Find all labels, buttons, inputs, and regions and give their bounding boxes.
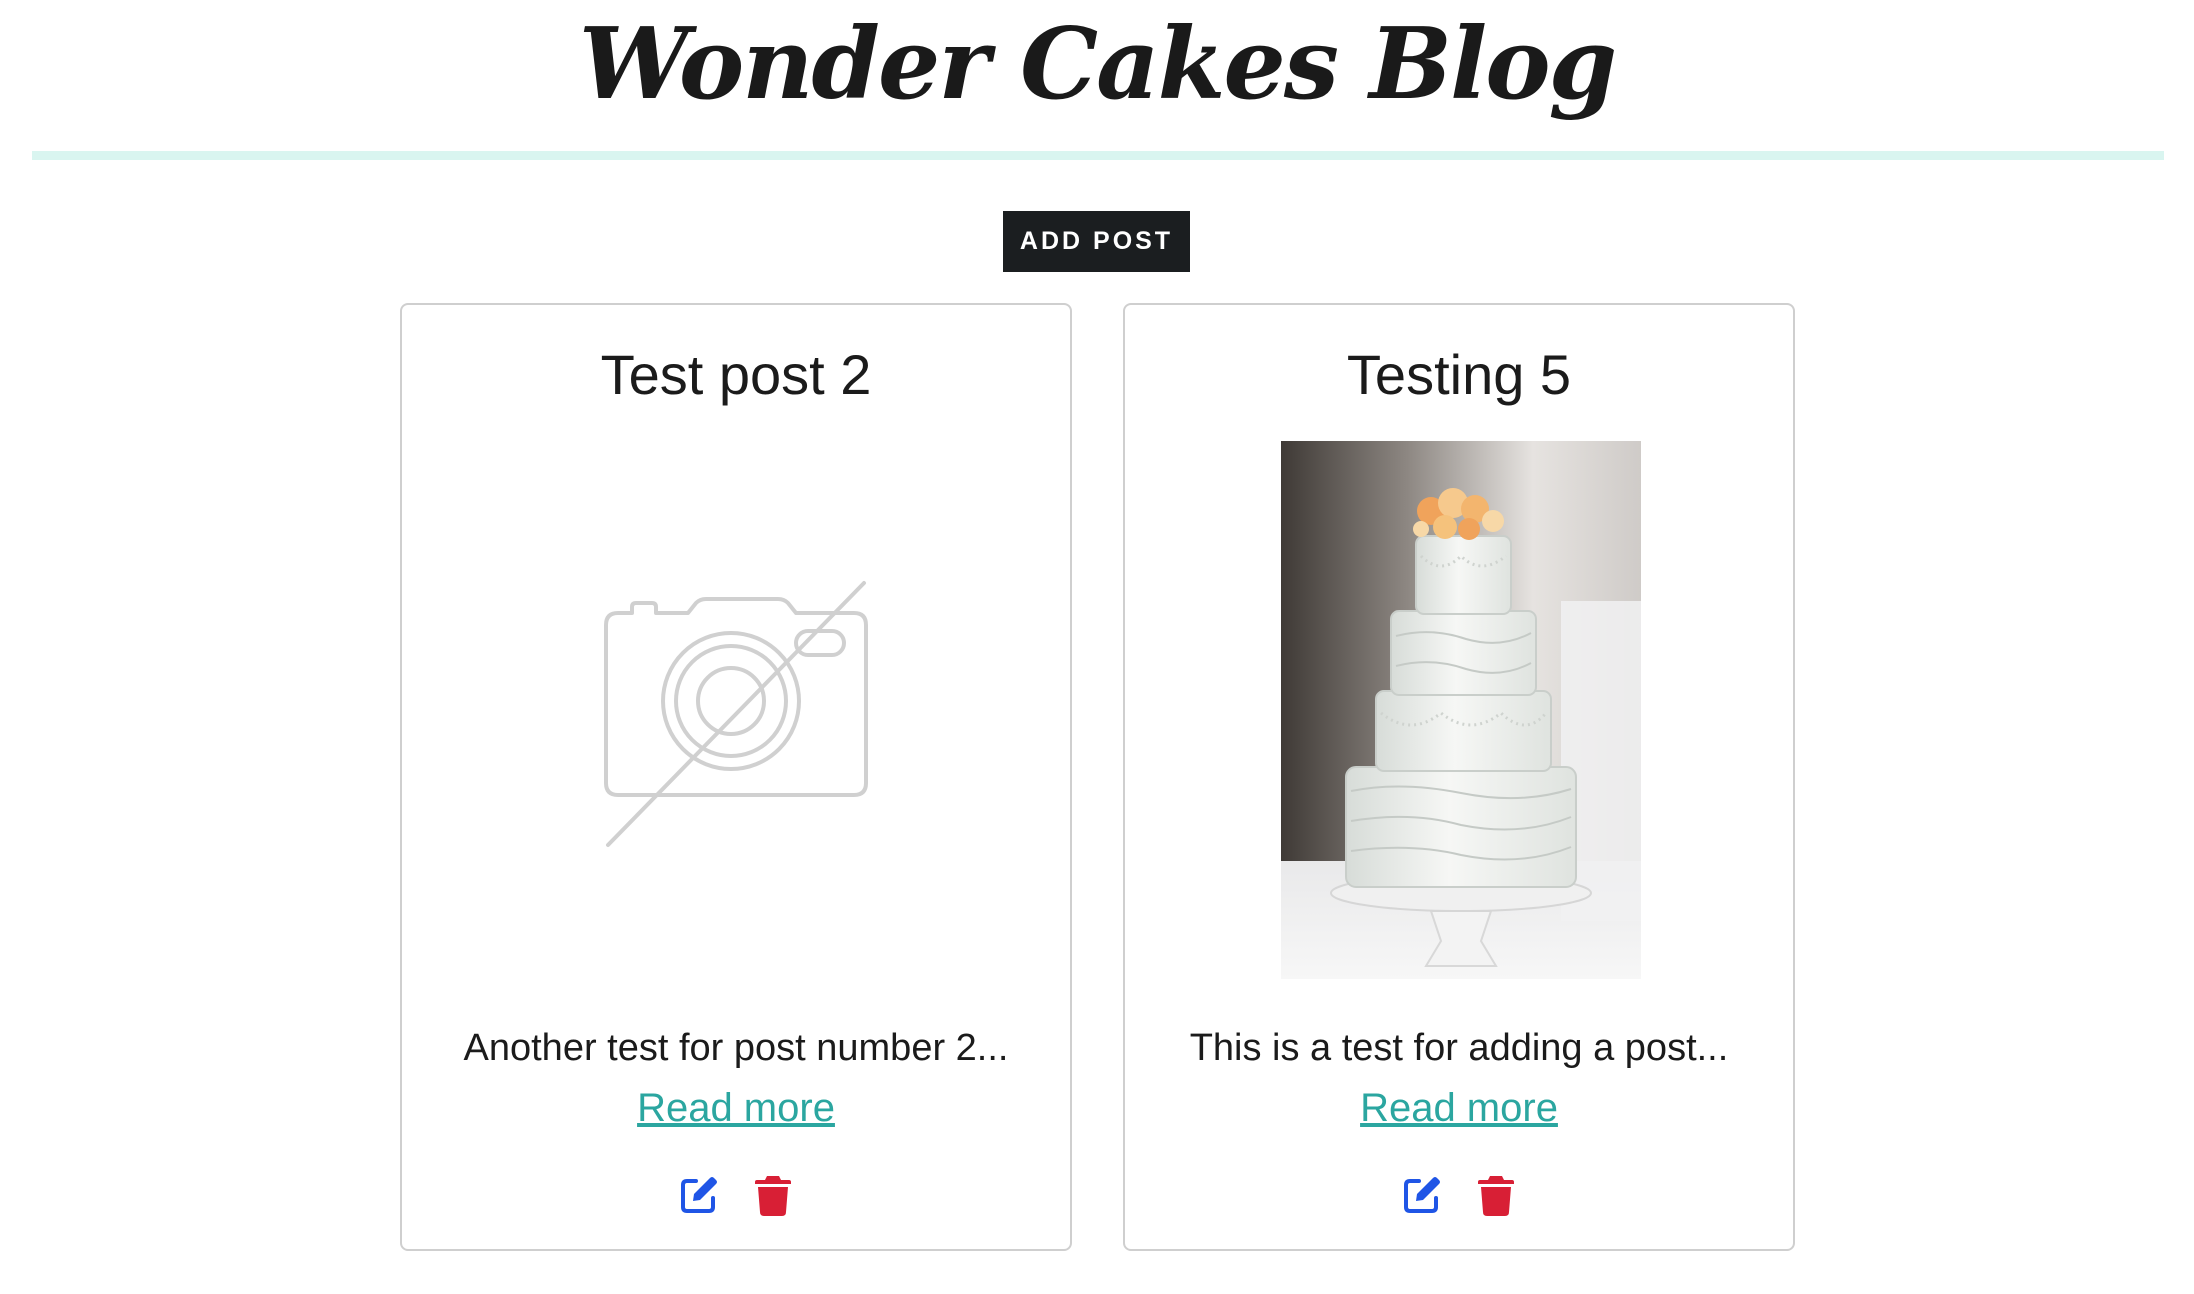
read-more-link[interactable]: Read more: [402, 1078, 1070, 1138]
edit-icon[interactable]: [679, 1173, 719, 1217]
trash-icon[interactable]: [753, 1173, 793, 1217]
post-excerpt: Another test for post number 2...: [463, 1027, 1009, 1069]
site-title: Wonder Cakes Blog: [578, 7, 1617, 122]
post-card: Testing 5 This is a test for adding a po…: [1123, 303, 1795, 1251]
edit-icon[interactable]: [1402, 1173, 1442, 1217]
post-title: Testing 5: [1346, 343, 1572, 406]
post-excerpt: This is a test for adding a post...: [1189, 1027, 1729, 1069]
no-image-placeholder-icon: [596, 573, 876, 863]
post-title: Test post 2: [600, 343, 872, 406]
post-card: Test post 2 Another test for post number…: [400, 303, 1072, 1251]
post-actions: [1125, 1173, 1793, 1223]
trash-icon[interactable]: [1476, 1173, 1516, 1217]
post-actions: [402, 1173, 1070, 1223]
read-more-link[interactable]: Read more: [1125, 1078, 1793, 1138]
title-divider: [32, 151, 2164, 160]
site-header: Wonder Cakes Blog: [0, 0, 2194, 165]
wedding-cake-photo: [1281, 441, 1641, 979]
add-post-button[interactable]: ADD POST: [1003, 211, 1190, 272]
